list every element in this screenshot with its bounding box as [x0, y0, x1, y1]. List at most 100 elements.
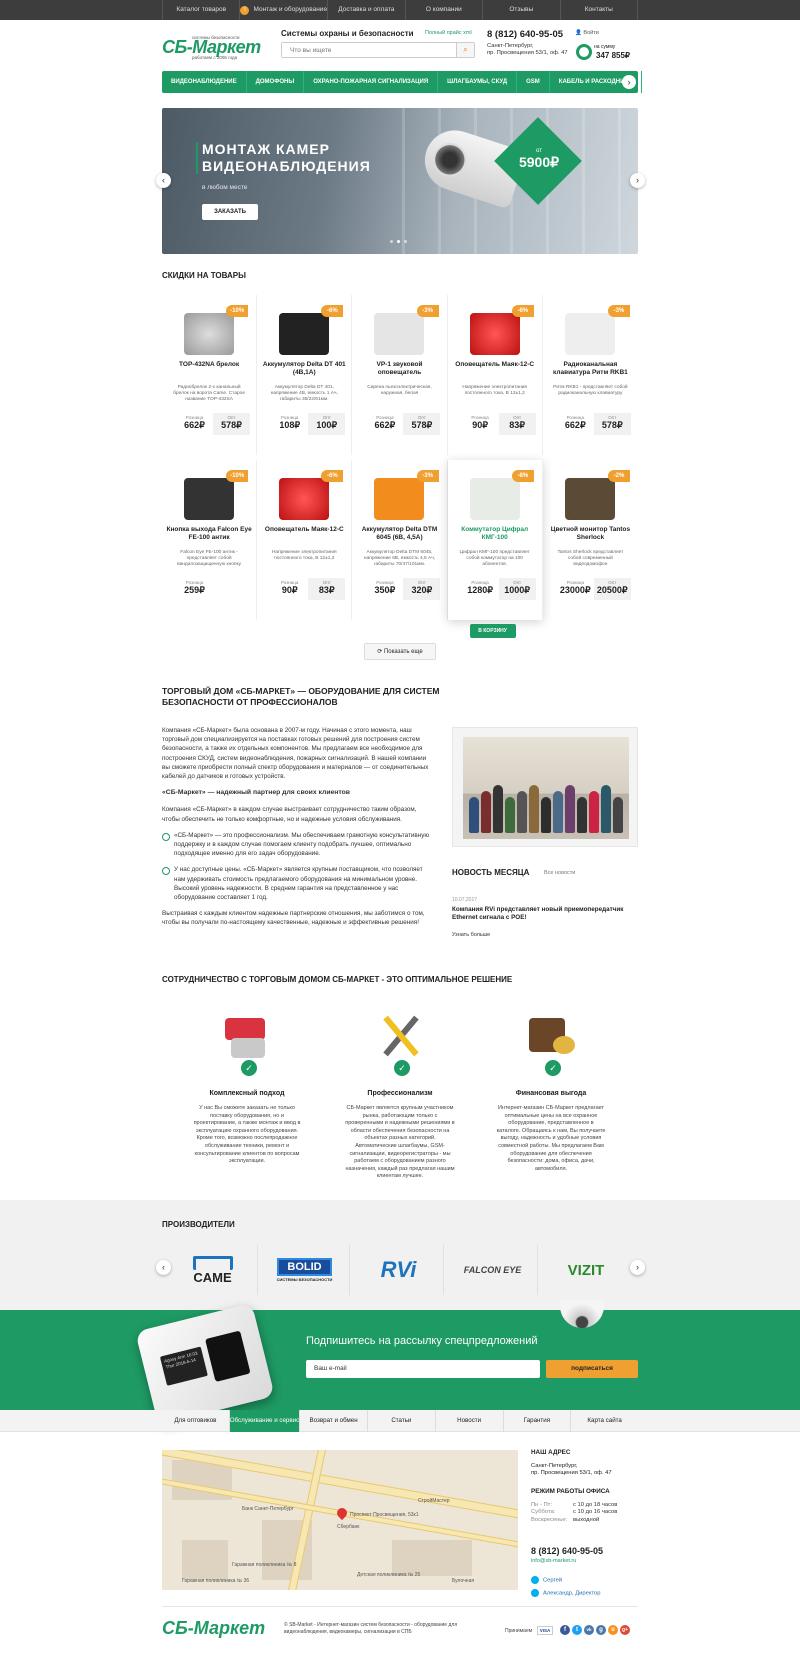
product-name[interactable]: Оповещатель Маяк-12-С	[261, 526, 347, 534]
news-more-link[interactable]: Узнать больше	[452, 932, 490, 938]
top-nav-catalog[interactable]: Каталог товаров	[162, 0, 239, 20]
map-pin-icon[interactable]	[334, 1505, 350, 1521]
login-link[interactable]: 👤 Войти	[575, 30, 599, 36]
slider-dot[interactable]	[390, 240, 393, 243]
subscribe-email-input[interactable]: Ваш e-mail	[306, 1360, 540, 1378]
product-image[interactable]	[184, 313, 234, 355]
product-name[interactable]: VP-1 звуковой оповещатель	[356, 361, 442, 377]
skype-director[interactable]: Александр, Директор	[531, 1589, 600, 1597]
product-image[interactable]	[279, 313, 330, 355]
product-name[interactable]: Аккумулятор Delta DTM 6045 (6В, 4,5А)	[356, 526, 442, 542]
price-list-link[interactable]: Полный прайс xml	[425, 30, 472, 36]
product-image[interactable]	[564, 478, 615, 520]
top-nav-contacts[interactable]: Контакты	[559, 0, 638, 20]
brands-prev-icon[interactable]: ‹	[156, 1260, 171, 1275]
cart-sum[interactable]: 347 855₽	[596, 51, 630, 60]
main-nav-next-icon[interactable]: ›	[622, 75, 636, 89]
team-photo[interactable]	[452, 727, 638, 847]
main-nav-alarm[interactable]: ОХРАНО-ПОЖАРНАЯ СИГНАЛИЗАЦИЯ	[304, 71, 439, 93]
product-card[interactable]: -3% Аккумулятор Delta DTM 6045 (6В, 4,5А)…	[352, 460, 448, 620]
product-card[interactable]: -10% TOP-432NA брелок Радиобрелок 2-х кана…	[162, 295, 258, 455]
search-input[interactable]	[282, 43, 452, 57]
product-name[interactable]: Аккумулятор Delta DT 401 (4В,1А)	[261, 361, 347, 377]
product-image[interactable]	[564, 313, 615, 355]
subscribe-button[interactable]: подписаться	[546, 1360, 638, 1378]
all-news-link[interactable]: Все новости	[544, 870, 575, 876]
main-nav-intercom[interactable]: ДОМОФОНЫ	[247, 71, 305, 93]
product-image[interactable]	[374, 478, 425, 520]
product-card[interactable]: -6% Оповещатель Маяк-12-С Напряжение элект…	[448, 295, 543, 455]
product-image[interactable]	[374, 313, 425, 355]
brand-bolid[interactable]: BOLID СИСТЕМЫ БЕЗОПАСНОСТИ	[260, 1245, 350, 1295]
bottom-nav-news[interactable]: Новости	[436, 1410, 504, 1432]
logo[interactable]: системы безопасности СБ-Маркет работаем …	[162, 33, 274, 63]
skype-sergey[interactable]: Сергей	[531, 1576, 562, 1584]
slider-dot[interactable]	[404, 240, 407, 243]
product-name[interactable]: Цветной монитор Tantos Sherlock	[547, 526, 634, 542]
footer-phone[interactable]: 8 (812) 640-95-05	[531, 1546, 603, 1556]
footer-logo[interactable]: СБ-Маркет	[162, 1618, 265, 1639]
came-mark	[192, 1255, 233, 1270]
price-opt-value: 578₽	[601, 420, 623, 430]
odnoklassniki-icon[interactable]: o	[608, 1625, 618, 1635]
skype-icon	[531, 1589, 539, 1597]
google-plus-icon[interactable]: g+	[620, 1625, 630, 1635]
bottom-nav-warranty[interactable]: Гарантия	[504, 1410, 572, 1432]
product-image[interactable]	[469, 313, 520, 355]
product-desc: Цифрал КМГ-100 представляет собой коммут…	[459, 550, 530, 567]
product-card[interactable]: -6% Оповещатель Маяк-12-С Напряжение элект…	[257, 460, 353, 620]
hero-price: от 5900₽	[504, 148, 574, 171]
top-nav-delivery[interactable]: Доставка и оплата	[327, 0, 404, 20]
news-headline[interactable]: Компания RVi представляет новый приемопе…	[452, 906, 638, 922]
brands-next-icon[interactable]: ›	[630, 1260, 645, 1275]
bottom-nav-articles[interactable]: Статьи	[368, 1410, 436, 1432]
hero-next-icon[interactable]: ›	[630, 173, 645, 188]
main-nav-video[interactable]: ВИДЕОНАБЛЮДЕНИЕ	[162, 71, 247, 93]
product-card[interactable]: -8% Коммутатор Цифрал КМГ-100 Цифрал КМГ-1…	[447, 460, 543, 638]
footer-email[interactable]: info@sb-market.ru	[531, 1558, 576, 1564]
brand-vizit[interactable]: VIZIT	[541, 1245, 631, 1295]
slider-dot[interactable]	[397, 240, 400, 243]
product-card[interactable]: -10% Кнопка выхода Falcon Eye FE-100 анти…	[162, 460, 258, 620]
google-icon[interactable]: g	[596, 1625, 606, 1635]
vk-icon[interactable]: vk	[584, 1625, 594, 1635]
product-name[interactable]: TOP-432NA брелок	[166, 361, 252, 369]
twitter-icon[interactable]: t	[572, 1625, 582, 1635]
add-to-cart-button[interactable]: В КОРЗИНУ	[469, 624, 516, 638]
product-name[interactable]: Радиоканальная клавиатура Ритм RKB1	[547, 361, 634, 377]
price-opt: Опт 320₽	[403, 578, 441, 600]
product-name[interactable]: Оповещатель Маяк-12-С	[452, 361, 538, 369]
product-image[interactable]	[469, 478, 520, 520]
hours-time: выходной	[573, 1516, 600, 1523]
brand-came[interactable]: CAME	[168, 1245, 258, 1295]
product-name[interactable]: Коммутатор Цифрал КМГ-100	[452, 526, 538, 542]
main-nav-barriers[interactable]: ШЛАГБАУМЫ, СКУД	[438, 71, 518, 93]
top-nav-reviews[interactable]: Отзывы	[482, 0, 559, 20]
hero-order-button[interactable]: ЗАКАЗАТЬ	[202, 204, 258, 220]
product-image[interactable]	[184, 478, 234, 520]
bottom-nav-returns[interactable]: Возврат и обмен	[300, 1410, 368, 1432]
top-nav-about[interactable]: О компании	[404, 0, 482, 20]
cart-icon[interactable]	[576, 44, 592, 60]
brand-falcon-eye[interactable]: FALCON EYE	[448, 1245, 538, 1295]
map[interactable]: Проспект Просвещения, 53к1 Сбербанк Банк…	[162, 1450, 518, 1590]
product-card[interactable]: -3% Радиоканальная клавиатура Ритм RKB1 Ри…	[543, 295, 638, 455]
product-name[interactable]: Кнопка выхода Falcon Eye FE-100 антик	[166, 526, 252, 542]
product-card[interactable]: -6% Аккумулятор Delta DT 401 (4В,1А) Аккум…	[257, 295, 353, 455]
show-more-button[interactable]: ⟳ Показать еще	[364, 643, 436, 660]
main-nav-gsm[interactable]: GSM	[517, 71, 550, 93]
header-phone[interactable]: 8 (812) 640-95-05	[487, 29, 563, 40]
facebook-icon[interactable]: f	[560, 1625, 570, 1635]
top-nav-install[interactable]: ! Монтаж и оборудование	[239, 0, 327, 20]
person-figure	[493, 785, 503, 833]
brand-rvi[interactable]: RVi	[354, 1245, 444, 1295]
hero-prev-icon[interactable]: ‹	[156, 173, 171, 188]
product-card[interactable]: -3% VP-1 звуковой оповещатель Сирена пьезо…	[352, 295, 448, 455]
bottom-nav-sitemap[interactable]: Карта сайта	[571, 1410, 638, 1432]
product-card[interactable]: -2% Цветной монитор Tantos Sherlock Tantos…	[543, 460, 638, 620]
product-image[interactable]	[279, 478, 330, 520]
search-icon[interactable]: ⌕	[456, 43, 474, 57]
bottom-nav-service[interactable]: Обслуживание и сервис	[229, 1410, 301, 1432]
tagline: Системы охраны и безопасности	[281, 29, 414, 38]
bottom-nav-wholesale[interactable]: Для оптовиков	[162, 1410, 230, 1432]
